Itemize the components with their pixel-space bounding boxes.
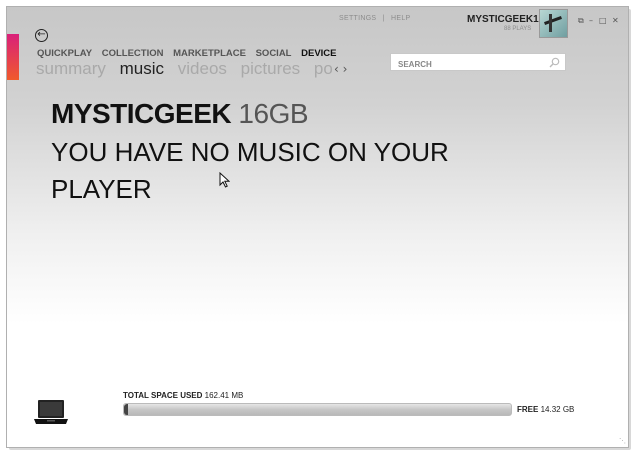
free-space-value: 14.32 GB <box>540 405 575 414</box>
mouse-cursor-icon <box>219 172 230 188</box>
chevron-left-icon[interactable]: ‹ <box>334 62 339 76</box>
device-capacity: 16GB <box>238 98 309 129</box>
search-input[interactable] <box>391 56 548 73</box>
pivot-marketplace[interactable]: MARKETPLACE <box>173 48 246 59</box>
username[interactable]: MYSTICGEEK1 <box>467 14 539 25</box>
main-pivot-nav: QUICKPLAY COLLECTION MARKETPLACE SOCIAL … <box>37 48 344 59</box>
device-heading: MYSTICGEEK 16GB <box>51 98 309 130</box>
pivot-collection[interactable]: COLLECTION <box>102 48 164 59</box>
total-space-used-label: TOTAL SPACE USED <box>123 391 203 400</box>
empty-collection-message: YOU HAVE NO MUSIC ON YOUR PLAYER <box>51 137 449 204</box>
storage-usage-bar <box>123 403 512 416</box>
settings-link[interactable]: SETTINGS <box>339 15 376 22</box>
total-space-used-value: 162.41 MB <box>204 391 244 400</box>
total-space-used: TOTAL SPACE USED 162.41 MB <box>123 391 243 400</box>
close-icon[interactable]: ✕ <box>612 16 619 25</box>
zune-window: ← SETTINGS | HELP MYSTICGEEK1 88 PLAYS ⧉… <box>6 6 629 448</box>
avatar[interactable] <box>539 9 568 38</box>
sub-pivot-podcasts[interactable]: pod <box>314 59 333 78</box>
sub-pivot-arrows: ‹ › <box>334 62 347 76</box>
search-box[interactable] <box>390 53 566 73</box>
sub-pivot-nav: summary music videos pictures pod <box>36 59 333 79</box>
maximize-icon[interactable]: □ <box>599 16 607 25</box>
sub-pivot-summary[interactable]: summary <box>36 59 106 78</box>
search-icon[interactable] <box>549 57 560 68</box>
device-laptop-icon[interactable] <box>33 398 69 426</box>
help-link[interactable]: HELP <box>391 15 411 22</box>
sub-pivot-music[interactable]: music <box>120 59 164 78</box>
storage-used-fill <box>124 404 129 415</box>
device-name: MYSTICGEEK <box>51 98 232 129</box>
chevron-right-icon[interactable]: › <box>343 62 348 76</box>
pivot-quickplay[interactable]: QUICKPLAY <box>37 48 92 59</box>
back-arrow-icon[interactable]: ← <box>35 29 48 42</box>
pivot-device[interactable]: DEVICE <box>301 48 336 59</box>
accent-bar <box>7 34 19 80</box>
minimize-icon[interactable]: – <box>589 16 593 25</box>
play-count: 88 PLAYS <box>504 26 532 32</box>
free-space-label: FREE <box>517 405 539 414</box>
top-links-separator: | <box>382 15 385 22</box>
resize-grip-icon[interactable]: ⋱ <box>619 437 626 445</box>
sub-pivot-videos[interactable]: videos <box>178 59 227 78</box>
top-links: SETTINGS | HELP <box>337 15 413 22</box>
free-space: FREE 14.32 GB <box>517 405 574 414</box>
sub-pivot-pictures[interactable]: pictures <box>241 59 301 78</box>
pivot-social[interactable]: SOCIAL <box>256 48 292 59</box>
compact-mode-icon[interactable]: ⧉ <box>578 16 584 26</box>
